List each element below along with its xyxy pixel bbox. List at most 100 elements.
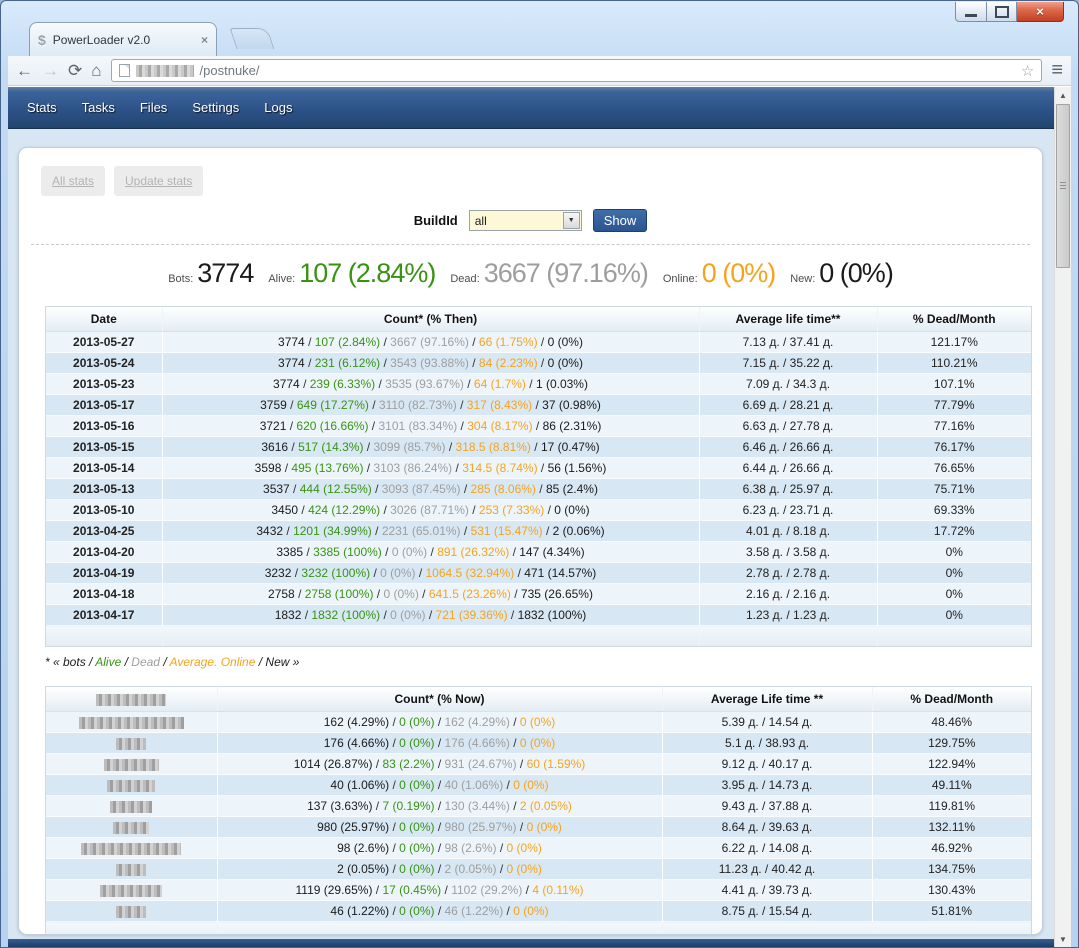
navbar: Stats Tasks Files Settings Logs	[8, 87, 1054, 129]
browser-tab[interactable]: $ PowerLoader v2.0 ×	[29, 22, 217, 56]
dead-month-cell: 129.75%	[872, 732, 1031, 754]
dollar-favicon: $	[38, 31, 46, 48]
new-tab-button[interactable]	[229, 28, 275, 49]
table-row: 2013-05-23 3774 / 239 (6.33%) / 3535 (93.…	[46, 373, 1031, 395]
all-stats-link[interactable]: All stats	[52, 174, 94, 188]
date-cell: 2013-04-18	[46, 583, 163, 605]
online-count: 891 (26.32%)	[437, 545, 510, 559]
redacted-name	[78, 716, 184, 729]
tab-close-icon[interactable]: ×	[201, 33, 208, 47]
lifetime-cell: 2.16 д. / 2.16 д.	[699, 583, 878, 605]
maximize-button[interactable]	[987, 2, 1017, 22]
bookmark-star-icon[interactable]: ☆	[1021, 62, 1034, 80]
stats-links: All stats Update stats	[41, 166, 1042, 196]
redacted-name-cell	[46, 837, 218, 859]
online-count: 304 (8.17%)	[467, 419, 533, 433]
new-count: 17 (0.47%)	[540, 440, 600, 454]
show-button[interactable]: Show	[592, 209, 648, 232]
menu-icon[interactable]: ≡	[1051, 59, 1063, 82]
close-button[interactable]: ×	[1017, 2, 1064, 22]
summary-bar: Bots: 3774 Alive: 107 (2.84%) Dead: 3667 (97.…	[19, 258, 1042, 289]
new-count: 0 (0%)	[554, 503, 590, 517]
table-row: 2013-05-27 3774 / 107 (2.84%) / 3667 (97.…	[46, 331, 1031, 353]
title-bar[interactable]: $ PowerLoader v2.0 × ×	[1, 1, 1078, 56]
nav-item-logs[interactable]: Logs	[264, 100, 292, 115]
count-cell: 3598 / 495 (13.76%) / 3103 (86.24%) / 31…	[162, 457, 700, 479]
online-count: 531 (15.47%)	[470, 524, 543, 538]
redacted-name-cell	[46, 900, 218, 922]
legend-part: New	[265, 655, 290, 669]
scroll-up-arrow[interactable]: ▲	[1055, 87, 1071, 103]
legend-part: »	[289, 655, 300, 669]
daily-table-body: 2013-05-27 3774 / 107 (2.84%) / 3667 (97.…	[46, 331, 1031, 626]
bots-total: 3537	[263, 482, 290, 496]
summary-alive: Alive: 107 (2.84%)	[268, 258, 436, 289]
date-cell: 2013-05-23	[46, 373, 163, 395]
redacted-name	[116, 905, 147, 918]
dead-month-column-header: % Dead/Month	[872, 687, 1031, 712]
dead-count: 3667 (97.16%)	[390, 335, 469, 349]
bots-total: 3616	[261, 440, 289, 454]
count-cell: 3774 / 239 (6.33%) / 3535 (93.67%) / 64 …	[162, 373, 700, 395]
lifetime-cell: 2.78 д. / 2.78 д.	[699, 562, 878, 584]
dead-month-cell: 77.79%	[877, 394, 1031, 416]
lifetime-cell: 6.63 д. / 27.78 д.	[699, 415, 878, 437]
back-icon[interactable]: ←	[16, 62, 33, 79]
nav-item-files[interactable]: Files	[140, 100, 167, 115]
alive-count: 1201 (34.99%)	[293, 524, 372, 538]
date-cell: 2013-05-17	[46, 394, 163, 416]
redacted-name	[100, 884, 163, 897]
date-cell: 2013-05-16	[46, 415, 163, 437]
alive-count: 83 (2.2%)	[382, 757, 435, 771]
online-count: 0 (0%)	[506, 862, 542, 876]
alive-count: 17 (0.45%)	[382, 883, 442, 897]
thumb-grip	[1060, 182, 1066, 189]
scrollbar[interactable]: ▲ ▼	[1054, 87, 1071, 947]
online-count: 0 (0%)	[519, 715, 556, 729]
alive-count: 517 (14.3%)	[298, 440, 364, 454]
bots-total: 3232	[264, 566, 292, 580]
bots-total: 2 (0.05%)	[337, 862, 390, 876]
nav-item-tasks[interactable]: Tasks	[82, 100, 115, 115]
date-cell: 2013-05-13	[46, 478, 163, 500]
home-icon[interactable]: ⌂	[91, 62, 101, 79]
nav-item-stats[interactable]: Stats	[27, 100, 57, 115]
alive-count: 0 (0%)	[399, 736, 435, 750]
address-bar[interactable]: /postnuke/ ☆	[110, 59, 1043, 82]
table-row: 980 (25.97%) / 0 (0%) / 980 (25.97%) / 0…	[46, 816, 1031, 838]
redacted-name-cell	[46, 795, 218, 817]
online-count: 60 (1.59%)	[526, 757, 586, 771]
table-row: 1119 (29.65%) / 17 (0.45%) / 1102 (29.2%…	[46, 879, 1031, 901]
dead-count: 130 (3.44%)	[444, 799, 510, 813]
all-stats-button[interactable]: All stats	[41, 166, 106, 196]
legend-daily: * « bots / Alive / Dead / Average. Onlin…	[45, 655, 1042, 669]
dead-month-cell: 132.11%	[872, 816, 1031, 838]
update-stats-link[interactable]: Update stats	[125, 174, 192, 188]
browser-window: $ PowerLoader v2.0 × × ← → ⟳ ⌂ /postnuke…	[0, 0, 1079, 948]
alive-count: 0 (0%)	[399, 820, 435, 834]
lifetime-cell: 9.43 д. / 37.88 д.	[662, 795, 873, 817]
date-cell: 2013-04-25	[46, 520, 163, 542]
dead-count: 3110 (82.73%)	[378, 398, 457, 412]
chevron-down-icon[interactable]: ▼	[562, 212, 580, 229]
scrollbar-thumb[interactable]	[1056, 104, 1070, 268]
dead-month-cell: 17.72%	[877, 520, 1031, 542]
scroll-down-arrow[interactable]: ▼	[1055, 931, 1071, 947]
nav-item-settings[interactable]: Settings	[192, 100, 239, 115]
new-count: 1 (0.03%)	[535, 377, 588, 391]
update-stats-button[interactable]: Update stats	[114, 166, 204, 196]
new-count: 37 (0.98%)	[542, 398, 601, 412]
build-stats-table: Count* (% Now) Average Life time ** % De…	[45, 686, 1032, 934]
minimize-button[interactable]	[955, 2, 987, 22]
legend-part: * « bots	[45, 655, 86, 669]
reload-icon[interactable]: ⟳	[68, 62, 82, 79]
dead-count: 98 (2.6%)	[444, 841, 497, 855]
lifetime-cell: 6.23 д. / 23.71 д.	[699, 499, 878, 521]
buildid-select[interactable]: all ▼	[468, 210, 582, 231]
table-row: 2013-05-24 3774 / 231 (6.12%) / 3543 (93.…	[46, 352, 1031, 374]
count-cell: 3432 / 1201 (34.99%) / 2231 (65.01%) / 5…	[162, 520, 700, 542]
daily-stats-table: Date Count* (% Then) Average life time**…	[45, 306, 1032, 647]
table-header-row: Count* (% Now) Average Life time ** % De…	[46, 687, 1031, 712]
forward-icon[interactable]: →	[42, 62, 59, 79]
summary-label: New:	[790, 273, 816, 285]
